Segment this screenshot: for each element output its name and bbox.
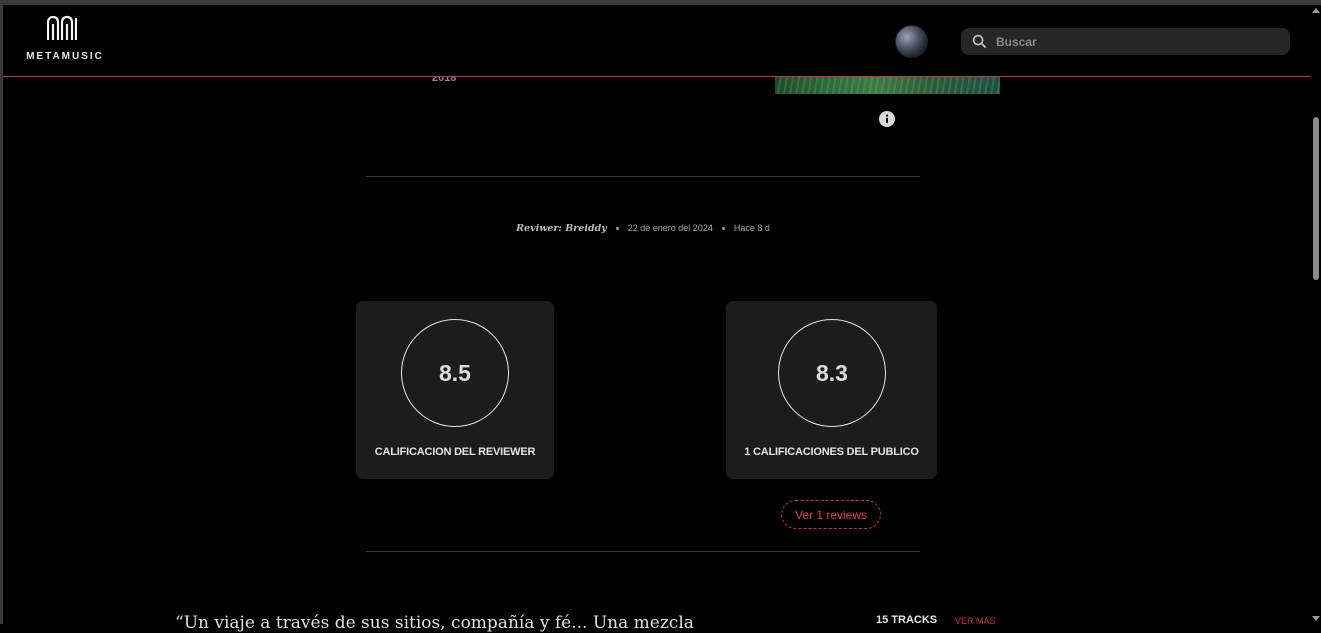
reviewer-score-card: 8.5 CALIFICACION DEL REVIEWER [356, 301, 554, 479]
public-score-value: 8.3 [816, 359, 848, 386]
metamusic-logo-icon [47, 15, 77, 40]
reviewer-score-label: CALIFICACION DEL REVIEWER [374, 446, 536, 458]
reviewer-score-circle: 8.5 [401, 319, 509, 427]
meta-separator-dot [615, 227, 619, 231]
review-meta: Reviwer: Breiddy 22 de enero del 2024 Hace… [366, 223, 920, 234]
public-score-card: 8.3 1 CALIFICACIONES DEL PUBLICO [726, 301, 937, 479]
window-frame-left [0, 0, 3, 624]
scroll-down-arrow-icon[interactable] [1312, 616, 1320, 621]
section-divider-bottom [366, 551, 920, 552]
search-input[interactable] [994, 28, 1284, 55]
scroll-up-arrow-icon[interactable] [1312, 8, 1320, 13]
view-reviews-button[interactable]: Ver 1 reviews [781, 500, 881, 529]
brand-logo[interactable]: METAMUSIC [25, 15, 105, 65]
top-header: METAMUSIC [3, 5, 1311, 77]
scrollbar-thumb[interactable] [1313, 117, 1319, 280]
reviewer-score-value: 8.5 [439, 359, 471, 386]
section-divider-top [366, 176, 920, 177]
review-date: 22 de enero del 2024 [627, 223, 713, 233]
review-quote: “Un viaje a través de sus sitios, compañ… [175, 613, 694, 633]
meta-separator-dot [721, 227, 725, 231]
reviewer-name: Reviwer: Breiddy [516, 223, 607, 234]
page-scrollbar[interactable] [1311, 5, 1321, 624]
review-relative-time: Hace 8 d [733, 223, 770, 233]
search-box [961, 28, 1290, 55]
brand-name: METAMUSIC [26, 51, 104, 62]
user-avatar[interactable] [895, 25, 928, 58]
see-more-link[interactable]: VER MAS [955, 616, 996, 626]
public-score-circle: 8.3 [778, 319, 886, 427]
info-icon[interactable] [879, 111, 895, 127]
tracks-count: 15 TRACKS [876, 614, 938, 626]
public-score-label: 1 CALIFICACIONES DEL PUBLICO [744, 446, 919, 458]
search-icon [972, 34, 987, 49]
